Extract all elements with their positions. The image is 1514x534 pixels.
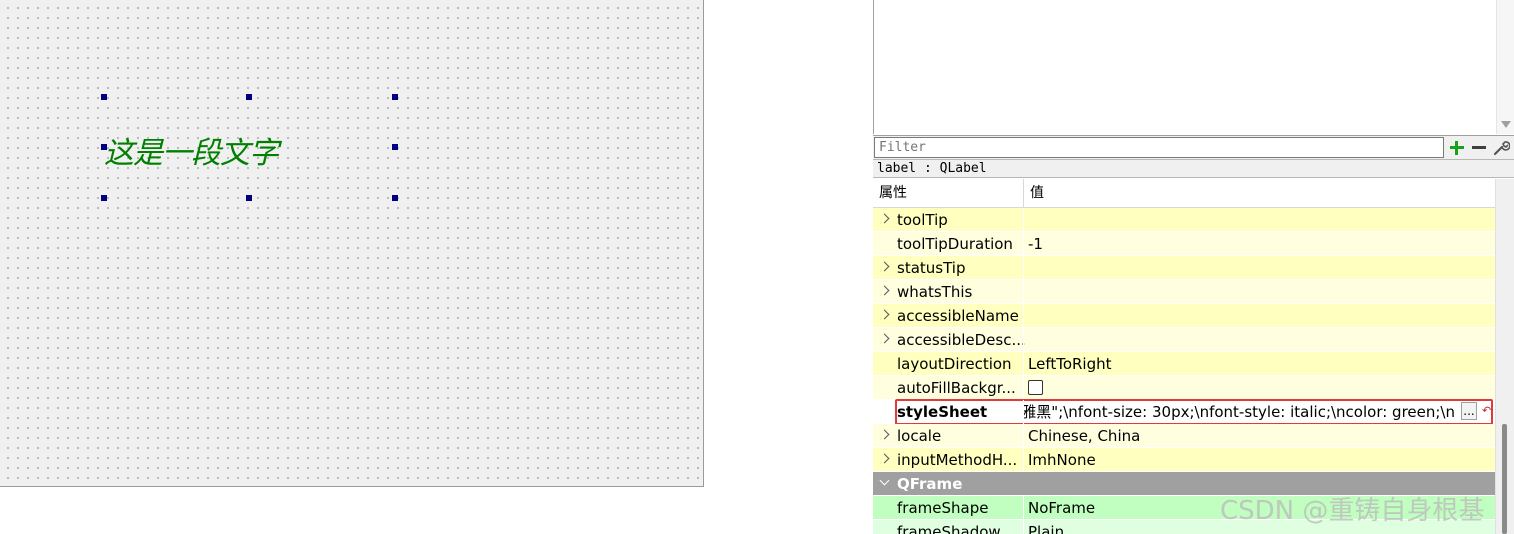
header-value[interactable]: 值 (1024, 179, 1494, 208)
edit-stylesheet-button[interactable]: ... (1461, 402, 1477, 420)
filter-input[interactable] (874, 137, 1444, 158)
property-value[interactable]: -1 (1023, 232, 1495, 256)
selected-label-widget[interactable]: 这是一段文字 (104, 128, 279, 172)
property-table-header: 属性 值 (873, 179, 1495, 208)
remove-dynamic-property-button[interactable] (1468, 137, 1490, 158)
property-value (1023, 376, 1495, 400)
property-value[interactable] (1023, 328, 1495, 352)
chevron-right-icon[interactable] (879, 309, 890, 320)
add-icon (1446, 137, 1468, 158)
watermark: CSDN @重铸自身根基 (1220, 496, 1485, 526)
property-value[interactable] (1023, 280, 1495, 304)
property-row-autofillbackground[interactable]: autoFillBackgr... (873, 376, 1495, 400)
property-row-tooltip[interactable]: toolTip (873, 208, 1495, 232)
property-name: whatsThis (897, 283, 973, 301)
wrench-icon (1493, 140, 1510, 155)
object-inspector-pane (873, 0, 1514, 134)
remove-icon (1468, 137, 1490, 158)
add-dynamic-property-button[interactable] (1446, 137, 1468, 158)
property-name: toolTip (897, 211, 948, 229)
property-row-statustip[interactable]: statusTip (873, 256, 1495, 280)
property-name: statusTip (897, 259, 966, 277)
resize-handle-bottom[interactable] (246, 195, 252, 201)
resize-handle-top[interactable] (246, 94, 252, 100)
autofill-background-checkbox[interactable] (1028, 380, 1043, 395)
property-value[interactable] (1023, 256, 1495, 280)
configure-button[interactable] (1490, 137, 1512, 158)
property-row-layoutdirection[interactable]: layoutDirection LeftToRight (873, 352, 1495, 376)
property-value[interactable]: ImhNone (1023, 448, 1495, 472)
property-value[interactable]: Chinese, China (1023, 424, 1495, 448)
stylesheet-value-field[interactable]: 软雅黑";\nfont-size: 30px;\nfont-style: ita… (1023, 400, 1455, 424)
chevron-right-icon[interactable] (879, 285, 890, 296)
resize-handle-bottom-right[interactable] (392, 195, 398, 201)
property-row-tooltipduration[interactable]: toolTipDuration -1 (873, 232, 1495, 256)
property-name: styleSheet (897, 403, 988, 421)
property-value[interactable] (1023, 208, 1495, 232)
scrollbar-thumb[interactable] (1502, 424, 1507, 534)
form-canvas[interactable]: 这是一段文字 (0, 0, 704, 487)
property-name: frameShape (897, 499, 989, 517)
property-name: accessibleName (897, 307, 1019, 325)
property-row-whatsthis[interactable]: whatsThis (873, 280, 1495, 304)
resize-handle-left[interactable] (101, 144, 107, 150)
chevron-right-icon[interactable] (879, 453, 890, 464)
selected-object-class: label : QLabel (873, 159, 1514, 178)
resize-handle-bottom-left[interactable] (101, 195, 107, 201)
resize-handle-top-right[interactable] (392, 94, 398, 100)
property-name: frameShadow (897, 523, 1001, 534)
section-title: QFrame (897, 475, 963, 493)
header-property[interactable]: 属性 (873, 179, 1023, 208)
property-name: autoFillBackgr... (897, 379, 1016, 397)
resize-handle-top-left[interactable] (101, 94, 107, 100)
chevron-right-icon[interactable] (879, 213, 890, 224)
property-value[interactable] (1023, 304, 1495, 328)
property-name: inputMethodH... (897, 451, 1018, 469)
resize-handle-right[interactable] (392, 144, 398, 150)
chevron-right-icon[interactable] (879, 429, 890, 440)
property-name: locale (897, 427, 942, 445)
chevron-down-icon[interactable] (879, 475, 890, 486)
property-row-accessiblename[interactable]: accessibleName (873, 304, 1495, 328)
reset-icon[interactable]: ↶ (1482, 404, 1492, 418)
property-name: accessibleDesc... (897, 331, 1026, 349)
property-row-inputmethodhints[interactable]: inputMethodH... ImhNone (873, 448, 1495, 472)
property-filter-bar (873, 135, 1514, 159)
object-inspector-scrollbar[interactable] (1496, 0, 1514, 134)
property-name: toolTipDuration (897, 235, 1013, 253)
scroll-down-arrow-icon[interactable] (1501, 121, 1511, 128)
property-table-scrollbar[interactable] (1495, 179, 1514, 534)
chevron-right-icon[interactable] (879, 261, 890, 272)
property-table: 属性 值 toolTip toolTipDuration -1 statusTi… (873, 179, 1495, 534)
property-name: layoutDirection (897, 355, 1012, 373)
property-row-accessibledescription[interactable]: accessibleDesc... (873, 328, 1495, 352)
property-row-locale[interactable]: locale Chinese, China (873, 424, 1495, 448)
property-value[interactable]: LeftToRight (1023, 352, 1495, 376)
property-row-stylesheet[interactable]: styleSheet 软雅黑";\nfont-size: 30px;\nfont… (873, 399, 1495, 425)
chevron-right-icon[interactable] (879, 333, 890, 344)
